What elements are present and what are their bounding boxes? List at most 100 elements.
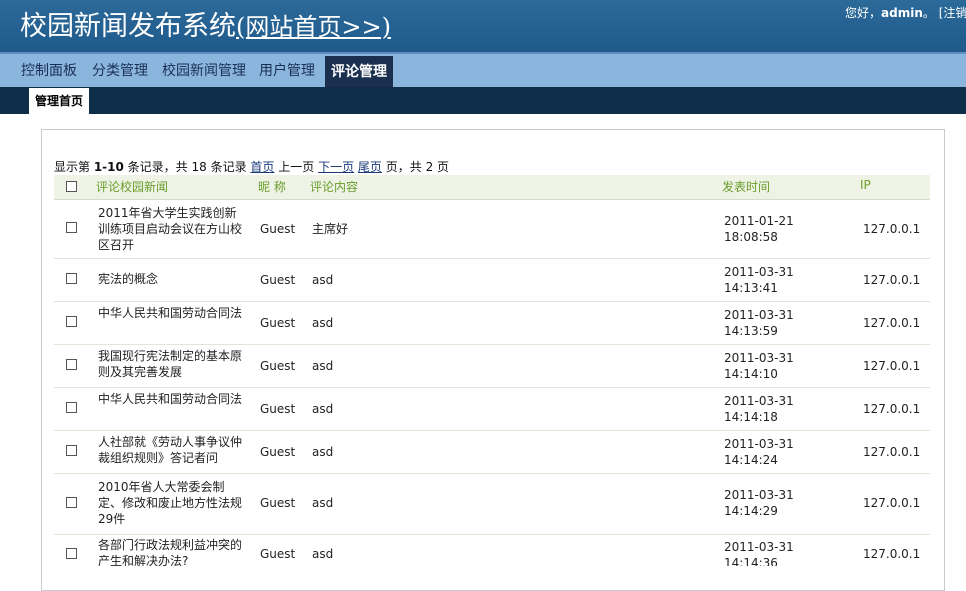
table-row: 2010年省人大常委会制定、修改和废止地方性法规29件 Guest asd 20… bbox=[54, 474, 930, 535]
col-time: 发表时间 bbox=[722, 180, 771, 194]
row-time: 2011-03-31 14:14:36 bbox=[724, 539, 834, 566]
row-clock: 14:13:59 bbox=[724, 324, 778, 338]
row-ip: 127.0.0.1 bbox=[863, 496, 921, 510]
table-row: 中华人民共和国劳动合同法 Guest asd 2011-03-31 14:14:1… bbox=[54, 388, 930, 431]
row-ip: 127.0.0.1 bbox=[863, 402, 921, 416]
table-row: 宪法的概念 Guest asd 2011-03-31 14:13:41 127.0… bbox=[54, 259, 930, 302]
main-nav: 控制面板 分类管理 校园新闻管理 用户管理 评论管理 bbox=[0, 52, 966, 87]
table-row: 人社部就《劳动人事争议仲裁组织规则》答记者问 Guest asd 2011-03… bbox=[54, 431, 930, 474]
table-header: 评论校园新闻 昵 称 评论内容 发表时间 IP bbox=[54, 175, 930, 200]
nav-comments[interactable]: 评论管理 bbox=[325, 56, 393, 87]
row-clock: 18:08:58 bbox=[724, 230, 778, 244]
row-checkbox[interactable] bbox=[66, 222, 77, 233]
row-checkbox[interactable] bbox=[66, 316, 77, 327]
site-home-link[interactable]: (网站首页>>) bbox=[236, 13, 391, 41]
row-news-title[interactable]: 我国现行宪法制定的基本原则及其完善发展 bbox=[98, 348, 246, 380]
col-ip: IP bbox=[860, 178, 871, 192]
row-checkbox[interactable] bbox=[66, 445, 77, 456]
row-comment: 主席好 bbox=[312, 222, 349, 236]
col-content: 评论内容 bbox=[310, 180, 359, 194]
pager-prev: 上一页 bbox=[278, 160, 315, 174]
row-checkbox[interactable] bbox=[66, 359, 77, 370]
sub-nav: 管理首页 bbox=[0, 87, 966, 114]
row-time: 2011-03-31 14:13:41 bbox=[724, 264, 834, 296]
row-clock: 14:14:29 bbox=[724, 504, 778, 518]
site-title-text: 校园新闻发布系统 bbox=[20, 11, 236, 42]
pager-next[interactable]: 下一页 bbox=[318, 160, 354, 174]
row-nickname: Guest bbox=[260, 547, 296, 561]
row-nickname: Guest bbox=[260, 445, 296, 459]
row-time: 2011-01-21 18:08:58 bbox=[724, 213, 834, 245]
header-bar: 校园新闻发布系统(网站首页>>) 您好，admin。 [注销 bbox=[0, 0, 966, 52]
row-news-title[interactable]: 中华人民共和国劳动合同法 bbox=[98, 391, 246, 407]
pager-last[interactable]: 尾页 bbox=[358, 160, 382, 174]
row-checkbox[interactable] bbox=[66, 273, 77, 284]
greeting-text: 您好， bbox=[845, 6, 882, 20]
row-date: 2011-03-31 bbox=[724, 437, 794, 451]
row-comment: asd bbox=[312, 273, 334, 287]
nav-news[interactable]: 校园新闻管理 bbox=[162, 60, 246, 80]
row-time: 2011-03-31 14:14:29 bbox=[724, 487, 834, 519]
greeting-suffix: 。 bbox=[922, 6, 935, 20]
row-time: 2011-03-31 14:14:18 bbox=[724, 393, 834, 425]
row-checkbox[interactable] bbox=[66, 497, 77, 508]
nav-dashboard[interactable]: 控制面板 bbox=[21, 60, 77, 80]
row-news-title[interactable]: 2010年省人大常委会制定、修改和废止地方性法规29件 bbox=[98, 479, 246, 527]
row-nickname: Guest bbox=[260, 359, 296, 373]
row-ip: 127.0.0.1 bbox=[863, 547, 921, 561]
col-nick: 昵 称 bbox=[258, 180, 286, 194]
row-date: 2011-03-31 bbox=[724, 265, 794, 279]
row-ip: 127.0.0.1 bbox=[863, 273, 921, 287]
row-time: 2011-03-31 14:14:24 bbox=[724, 436, 834, 468]
pager-range: 1-10 bbox=[93, 160, 124, 174]
row-checkbox[interactable] bbox=[66, 548, 77, 559]
user-info: 您好，admin。 [注销 bbox=[845, 4, 966, 21]
row-news-title[interactable]: 2011年省大学生实践创新训练项目启动会议在方山校区召开 bbox=[98, 205, 246, 253]
row-news-title[interactable]: 宪法的概念 bbox=[98, 271, 246, 287]
row-comment: asd bbox=[312, 316, 334, 330]
pager-first[interactable]: 首页 bbox=[250, 160, 274, 174]
pager: 显示第 1-10 条记录，共 18 条记录 首页 上一页 下一页 尾页 页，共 … bbox=[54, 158, 449, 175]
row-date: 2011-01-21 bbox=[724, 214, 794, 228]
row-comment: asd bbox=[312, 359, 334, 373]
row-date: 2011-03-31 bbox=[724, 351, 794, 365]
select-all-checkbox[interactable] bbox=[66, 181, 77, 192]
row-news-title[interactable]: 中华人民共和国劳动合同法 bbox=[98, 305, 246, 321]
row-ip: 127.0.0.1 bbox=[863, 359, 921, 373]
row-nickname: Guest bbox=[260, 222, 296, 236]
logout-link[interactable]: [注销 bbox=[939, 6, 966, 20]
row-date: 2011-03-31 bbox=[724, 488, 794, 502]
row-ip: 127.0.0.1 bbox=[863, 222, 921, 236]
row-news-title[interactable]: 人社部就《劳动人事争议仲裁组织规则》答记者问 bbox=[98, 434, 246, 466]
pager-mid: 条记录，共 18 条记录 bbox=[123, 160, 251, 174]
row-clock: 14:14:24 bbox=[724, 453, 778, 467]
row-ip: 127.0.0.1 bbox=[863, 445, 921, 459]
nav-users[interactable]: 用户管理 bbox=[259, 60, 315, 80]
row-clock: 14:14:10 bbox=[724, 367, 778, 381]
row-clock: 14:14:18 bbox=[724, 410, 778, 424]
row-nickname: Guest bbox=[260, 273, 296, 287]
pager-prefix: 显示第 bbox=[54, 160, 94, 174]
table-row: 各部门行政法规利益冲突的产生和解决办法? Guest asd 2011-03-3… bbox=[54, 535, 930, 566]
subnav-home-tab[interactable]: 管理首页 bbox=[29, 88, 90, 114]
nav-category[interactable]: 分类管理 bbox=[92, 60, 148, 80]
row-date: 2011-03-31 bbox=[724, 540, 794, 554]
row-comment: asd bbox=[312, 547, 334, 561]
row-clock: 14:14:36 bbox=[724, 556, 778, 566]
table-row: 我国现行宪法制定的基本原则及其完善发展 Guest asd 2011-03-31… bbox=[54, 345, 930, 388]
row-date: 2011-03-31 bbox=[724, 308, 794, 322]
row-comment: asd bbox=[312, 402, 334, 416]
row-date: 2011-03-31 bbox=[724, 394, 794, 408]
row-time: 2011-03-31 14:14:10 bbox=[724, 350, 834, 382]
table-row: 2011年省大学生实践创新训练项目启动会议在方山校区召开 Guest 主席好 2… bbox=[54, 200, 930, 259]
table-row: 中华人民共和国劳动合同法 Guest asd 2011-03-31 14:13:5… bbox=[54, 302, 930, 345]
row-nickname: Guest bbox=[260, 496, 296, 510]
row-nickname: Guest bbox=[260, 402, 296, 416]
row-ip: 127.0.0.1 bbox=[863, 316, 921, 330]
row-nickname: Guest bbox=[260, 316, 296, 330]
site-title: 校园新闻发布系统(网站首页>>) bbox=[20, 4, 391, 43]
row-time: 2011-03-31 14:13:59 bbox=[724, 307, 834, 339]
row-news-title[interactable]: 各部门行政法规利益冲突的产生和解决办法? bbox=[98, 537, 246, 566]
row-comment: asd bbox=[312, 445, 334, 459]
row-checkbox[interactable] bbox=[66, 402, 77, 413]
